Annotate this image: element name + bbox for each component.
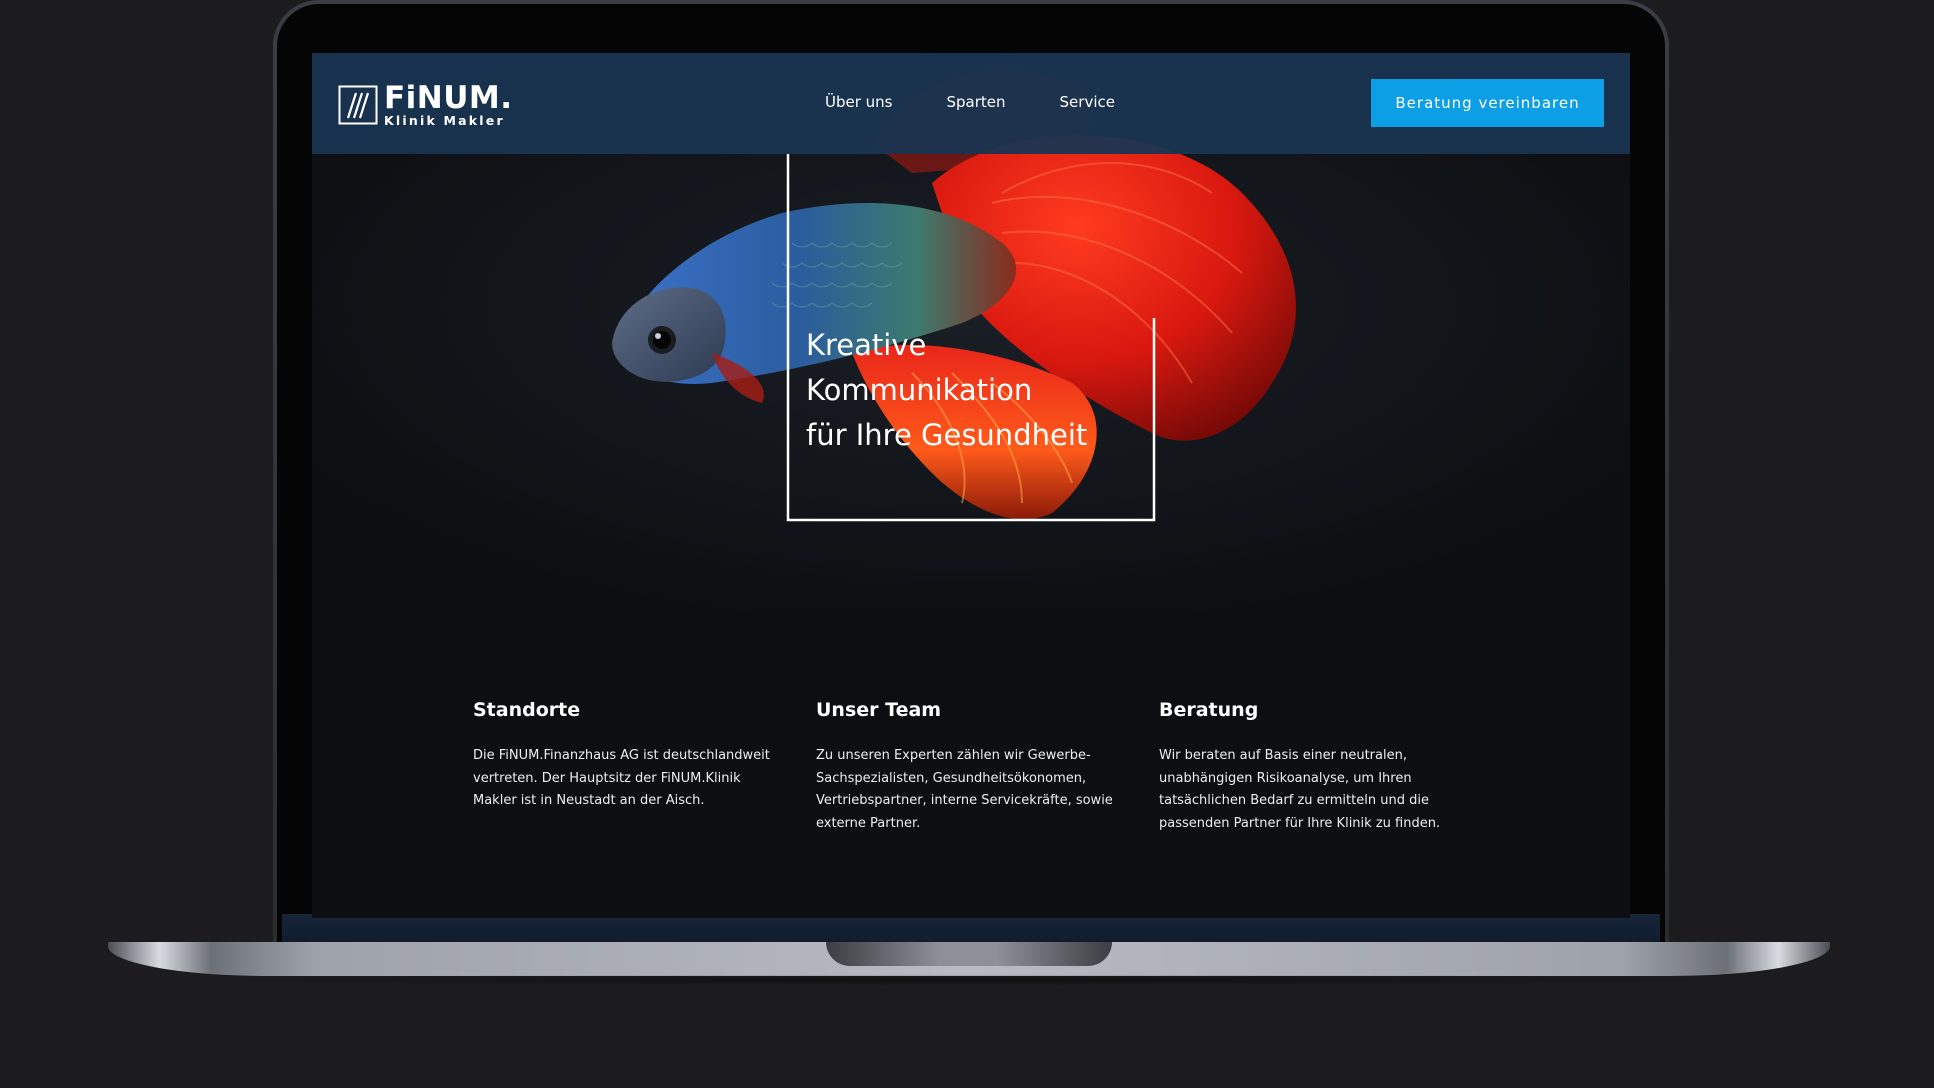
laptop-lid: Kreative Kommunikation für Ihre Gesundhe… [273,0,1669,950]
feature-text: Wir beraten auf Basis einer neutralen, u… [1159,748,1441,831]
brand-subtitle: Klinik Makler [384,113,505,128]
website-screen: Kreative Kommunikation für Ihre Gesundhe… [312,53,1630,918]
hero-headline-line-2: Kommunikation [806,373,1033,407]
feature-unser-team: Unser Team Zu unseren Experten zählen wi… [816,699,1159,835]
feature-title: Unser Team [816,699,942,721]
nav-item-sparten[interactable]: Sparten [947,93,1006,111]
feature-title: Beratung [1159,699,1259,721]
brand-name: FiNUM. [384,80,513,116]
feature-text: Die FiNUM.Finanzhaus AG ist deutschlandw… [473,748,770,808]
finum-logo-icon [338,85,378,125]
laptop-notch [826,942,1112,966]
features-section: Standorte Die FiNUM.Finanzhaus AG ist de… [473,699,1502,835]
nav-item-ueber-uns[interactable]: Über uns [825,93,893,111]
site-header: FiNUM. Klinik Makler Über uns Sparten Se… [312,53,1630,154]
feature-title: Standorte [473,699,581,721]
laptop-bezel: Kreative Kommunikation für Ihre Gesundhe… [277,4,1665,950]
hero-headline-line-1: Kreative [806,328,927,362]
beratung-vereinbaren-button[interactable]: Beratung vereinbaren [1371,79,1604,127]
main-nav: Über uns Sparten Service [825,93,1115,111]
brand-logo[interactable]: FiNUM. Klinik Makler [338,83,513,128]
hero-headline-line-3: für Ihre Gesundheit [806,418,1088,452]
feature-beratung: Beratung Wir beraten auf Basis einer neu… [1159,699,1502,835]
nav-item-service[interactable]: Service [1060,93,1115,111]
feature-standorte: Standorte Die FiNUM.Finanzhaus AG ist de… [473,699,816,835]
feature-text: Zu unseren Experten zählen wir Gewerbe-S… [816,748,1113,831]
hero-headline: Kreative Kommunikation für Ihre Gesundhe… [806,323,1087,458]
